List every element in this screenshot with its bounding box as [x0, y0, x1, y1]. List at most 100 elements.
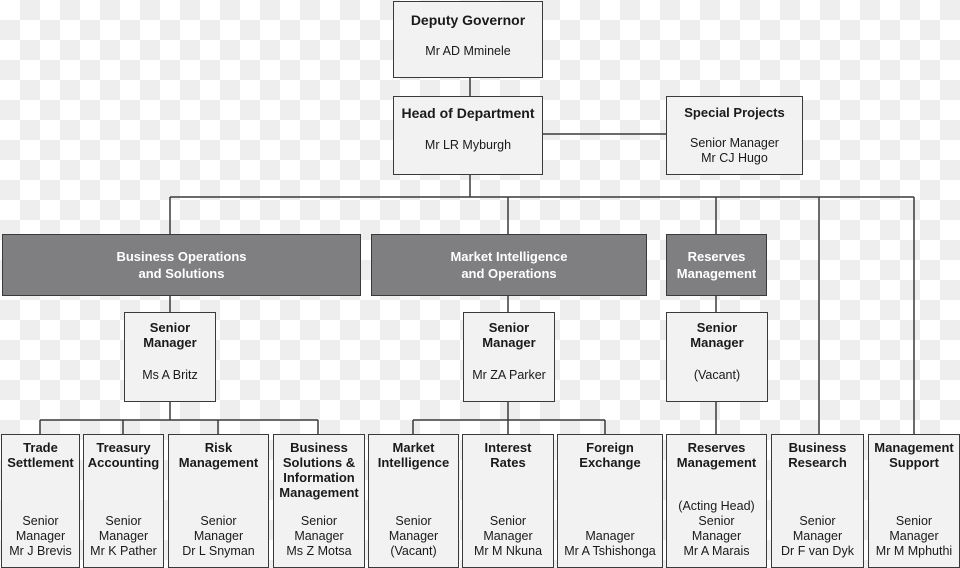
- title-line: Market: [392, 440, 435, 455]
- title-line: and Operations: [461, 266, 557, 281]
- box-title: Business Solutions & Information Management: [279, 440, 358, 500]
- person-line: Mr A Tshishonga: [564, 544, 656, 558]
- box-title: Reserves Management: [677, 440, 756, 470]
- person-line: (Vacant): [693, 368, 741, 382]
- box-person: Mr LR Myburgh: [425, 138, 511, 153]
- title-line: Management: [874, 440, 954, 455]
- box-person: Senior Manager Mr CJ Hugo: [690, 136, 779, 166]
- box-head-of-department: Head of Department Mr LR Myburgh: [393, 96, 543, 175]
- title-line: Reserves: [687, 440, 746, 455]
- title-line: Settlement: [7, 455, 74, 470]
- box-senior-manager-rm: Senior Manager (Vacant): [666, 312, 768, 402]
- box-title: Foreign Exchange: [579, 440, 640, 470]
- person-line: Manager: [691, 529, 742, 543]
- title-line: Research: [788, 455, 847, 470]
- title-line: Treasury: [96, 440, 151, 455]
- person-line: Manager: [792, 529, 843, 543]
- box-person: Mr AD Mminele: [425, 44, 510, 59]
- title-line: Accounting: [87, 455, 160, 470]
- box-reserves-management: Reserves Management (Acting Head) Senior Man…: [666, 434, 767, 568]
- title-line: Solutions &: [282, 455, 356, 470]
- box-title: Senior Manager: [143, 320, 196, 350]
- box-business-solutions: Business Solutions & Information Management…: [273, 434, 365, 568]
- box-interest-rates: Interest Rates Senior Manager Mr M Nkuna: [462, 434, 554, 568]
- title-line: Interest: [484, 440, 532, 455]
- person-line: Manager: [483, 529, 533, 543]
- box-person: Ms A Britz: [142, 368, 198, 383]
- person-line: Manager: [294, 529, 344, 543]
- title-line: Manager: [482, 335, 536, 350]
- title-line: Special Projects: [684, 105, 785, 120]
- box-title: Senior Manager: [482, 320, 535, 350]
- box-title: Market Intelligence: [378, 440, 450, 470]
- box-person: (Vacant): [694, 368, 740, 383]
- person-line: Manager: [98, 529, 149, 543]
- box-person: Senior Manager Dr L Snyman: [182, 514, 254, 559]
- person-line: Dr F van Dyk: [781, 544, 854, 558]
- box-person: Senior Manager Dr F van Dyk: [781, 514, 854, 559]
- box-title: Trade Settlement: [7, 440, 73, 470]
- box-risk-management: Risk Management Senior Manager Dr L Snyman: [168, 434, 269, 568]
- person-line: Manager: [889, 529, 939, 543]
- box-division-market-intelligence: Market Intelligence and Operations: [371, 234, 647, 296]
- title-line: Management: [676, 455, 757, 470]
- title-line: Risk: [204, 440, 233, 455]
- box-trade-settlement: Trade Settlement Senior Manager Mr J Brevis: [1, 434, 80, 568]
- box-person: Senior Manager Mr J Brevis: [9, 514, 72, 559]
- person-line: Ms Z Motsa: [286, 544, 352, 558]
- title-line: Senior: [149, 320, 191, 335]
- box-title: Business Operations and Solutions: [116, 248, 246, 282]
- box-senior-manager-bos: Senior Manager Ms A Britz: [124, 312, 216, 402]
- box-title: Senior Manager: [690, 320, 743, 350]
- title-line: Manager: [143, 335, 197, 350]
- person-line: Senior: [105, 514, 142, 528]
- person-line: Manager: [388, 529, 439, 543]
- box-foreign-exchange: Foreign Exchange Manager Mr A Tshishonga: [557, 434, 663, 568]
- box-person: Senior Manager Ms Z Motsa: [286, 514, 351, 559]
- box-management-support: Management Support Senior Manager Mr M Mphut…: [868, 434, 960, 568]
- box-person: Senior Manager Mr M Nkuna: [474, 514, 542, 559]
- title-line: Trade: [23, 440, 58, 455]
- person-line: Mr ZA Parker: [472, 368, 546, 382]
- person-line: Mr A Marais: [683, 544, 750, 558]
- person-line: Senior: [395, 514, 432, 528]
- person-line: Mr M Mphuthi: [875, 544, 953, 558]
- box-title: Special Projects: [684, 105, 784, 120]
- person-line: Mr J Brevis: [9, 544, 72, 558]
- box-person: Manager Mr A Tshishonga: [564, 529, 656, 559]
- person-line: Mr M Nkuna: [473, 544, 543, 558]
- title-line: Business Operations: [116, 249, 247, 264]
- title-line: Support: [889, 455, 939, 470]
- person-line: Manager: [585, 529, 635, 543]
- box-title: Market Intelligence and Operations: [450, 248, 567, 282]
- box-person: Senior Manager (Vacant): [389, 514, 438, 559]
- title-line: Reserves: [687, 249, 746, 264]
- box-person: Senior Manager Mr K Pather: [90, 514, 157, 559]
- person-line: Dr L Snyman: [182, 544, 255, 558]
- title-line: Business: [788, 440, 847, 455]
- person-line: (Vacant): [390, 544, 437, 558]
- title-line: Management: [676, 266, 757, 281]
- title-line: Business: [290, 440, 348, 455]
- box-title: Reserves Management: [677, 248, 756, 282]
- box-title: Business Research: [788, 440, 847, 470]
- title-line: Information: [283, 470, 355, 485]
- person-line: Senior: [895, 514, 933, 528]
- person-line: (Acting Head): [678, 499, 755, 513]
- box-deputy-governor: Deputy Governor Mr AD Mminele: [393, 1, 543, 78]
- box-person: Mr ZA Parker: [472, 368, 546, 383]
- title-line: Foreign: [586, 440, 634, 455]
- title-line: Head of Department: [401, 105, 535, 121]
- box-business-research: Business Research Senior Manager Dr F van Dy…: [771, 434, 864, 568]
- person-line: Manager: [193, 529, 244, 543]
- person-line: Senior: [200, 514, 237, 528]
- person-line: Mr CJ Hugo: [701, 151, 768, 165]
- box-title: Risk Management: [179, 440, 258, 470]
- person-line: Mr LR Myburgh: [424, 138, 512, 152]
- title-line: and Solutions: [138, 266, 225, 281]
- box-division-reserves-management: Reserves Management: [666, 234, 767, 296]
- box-division-business-operations: Business Operations and Solutions: [2, 234, 361, 296]
- title-line: Market Intelligence: [450, 249, 568, 264]
- box-person: (Acting Head) Senior Manager Mr A Marais: [678, 499, 754, 559]
- box-senior-manager-mio: Senior Manager Mr ZA Parker: [463, 312, 555, 402]
